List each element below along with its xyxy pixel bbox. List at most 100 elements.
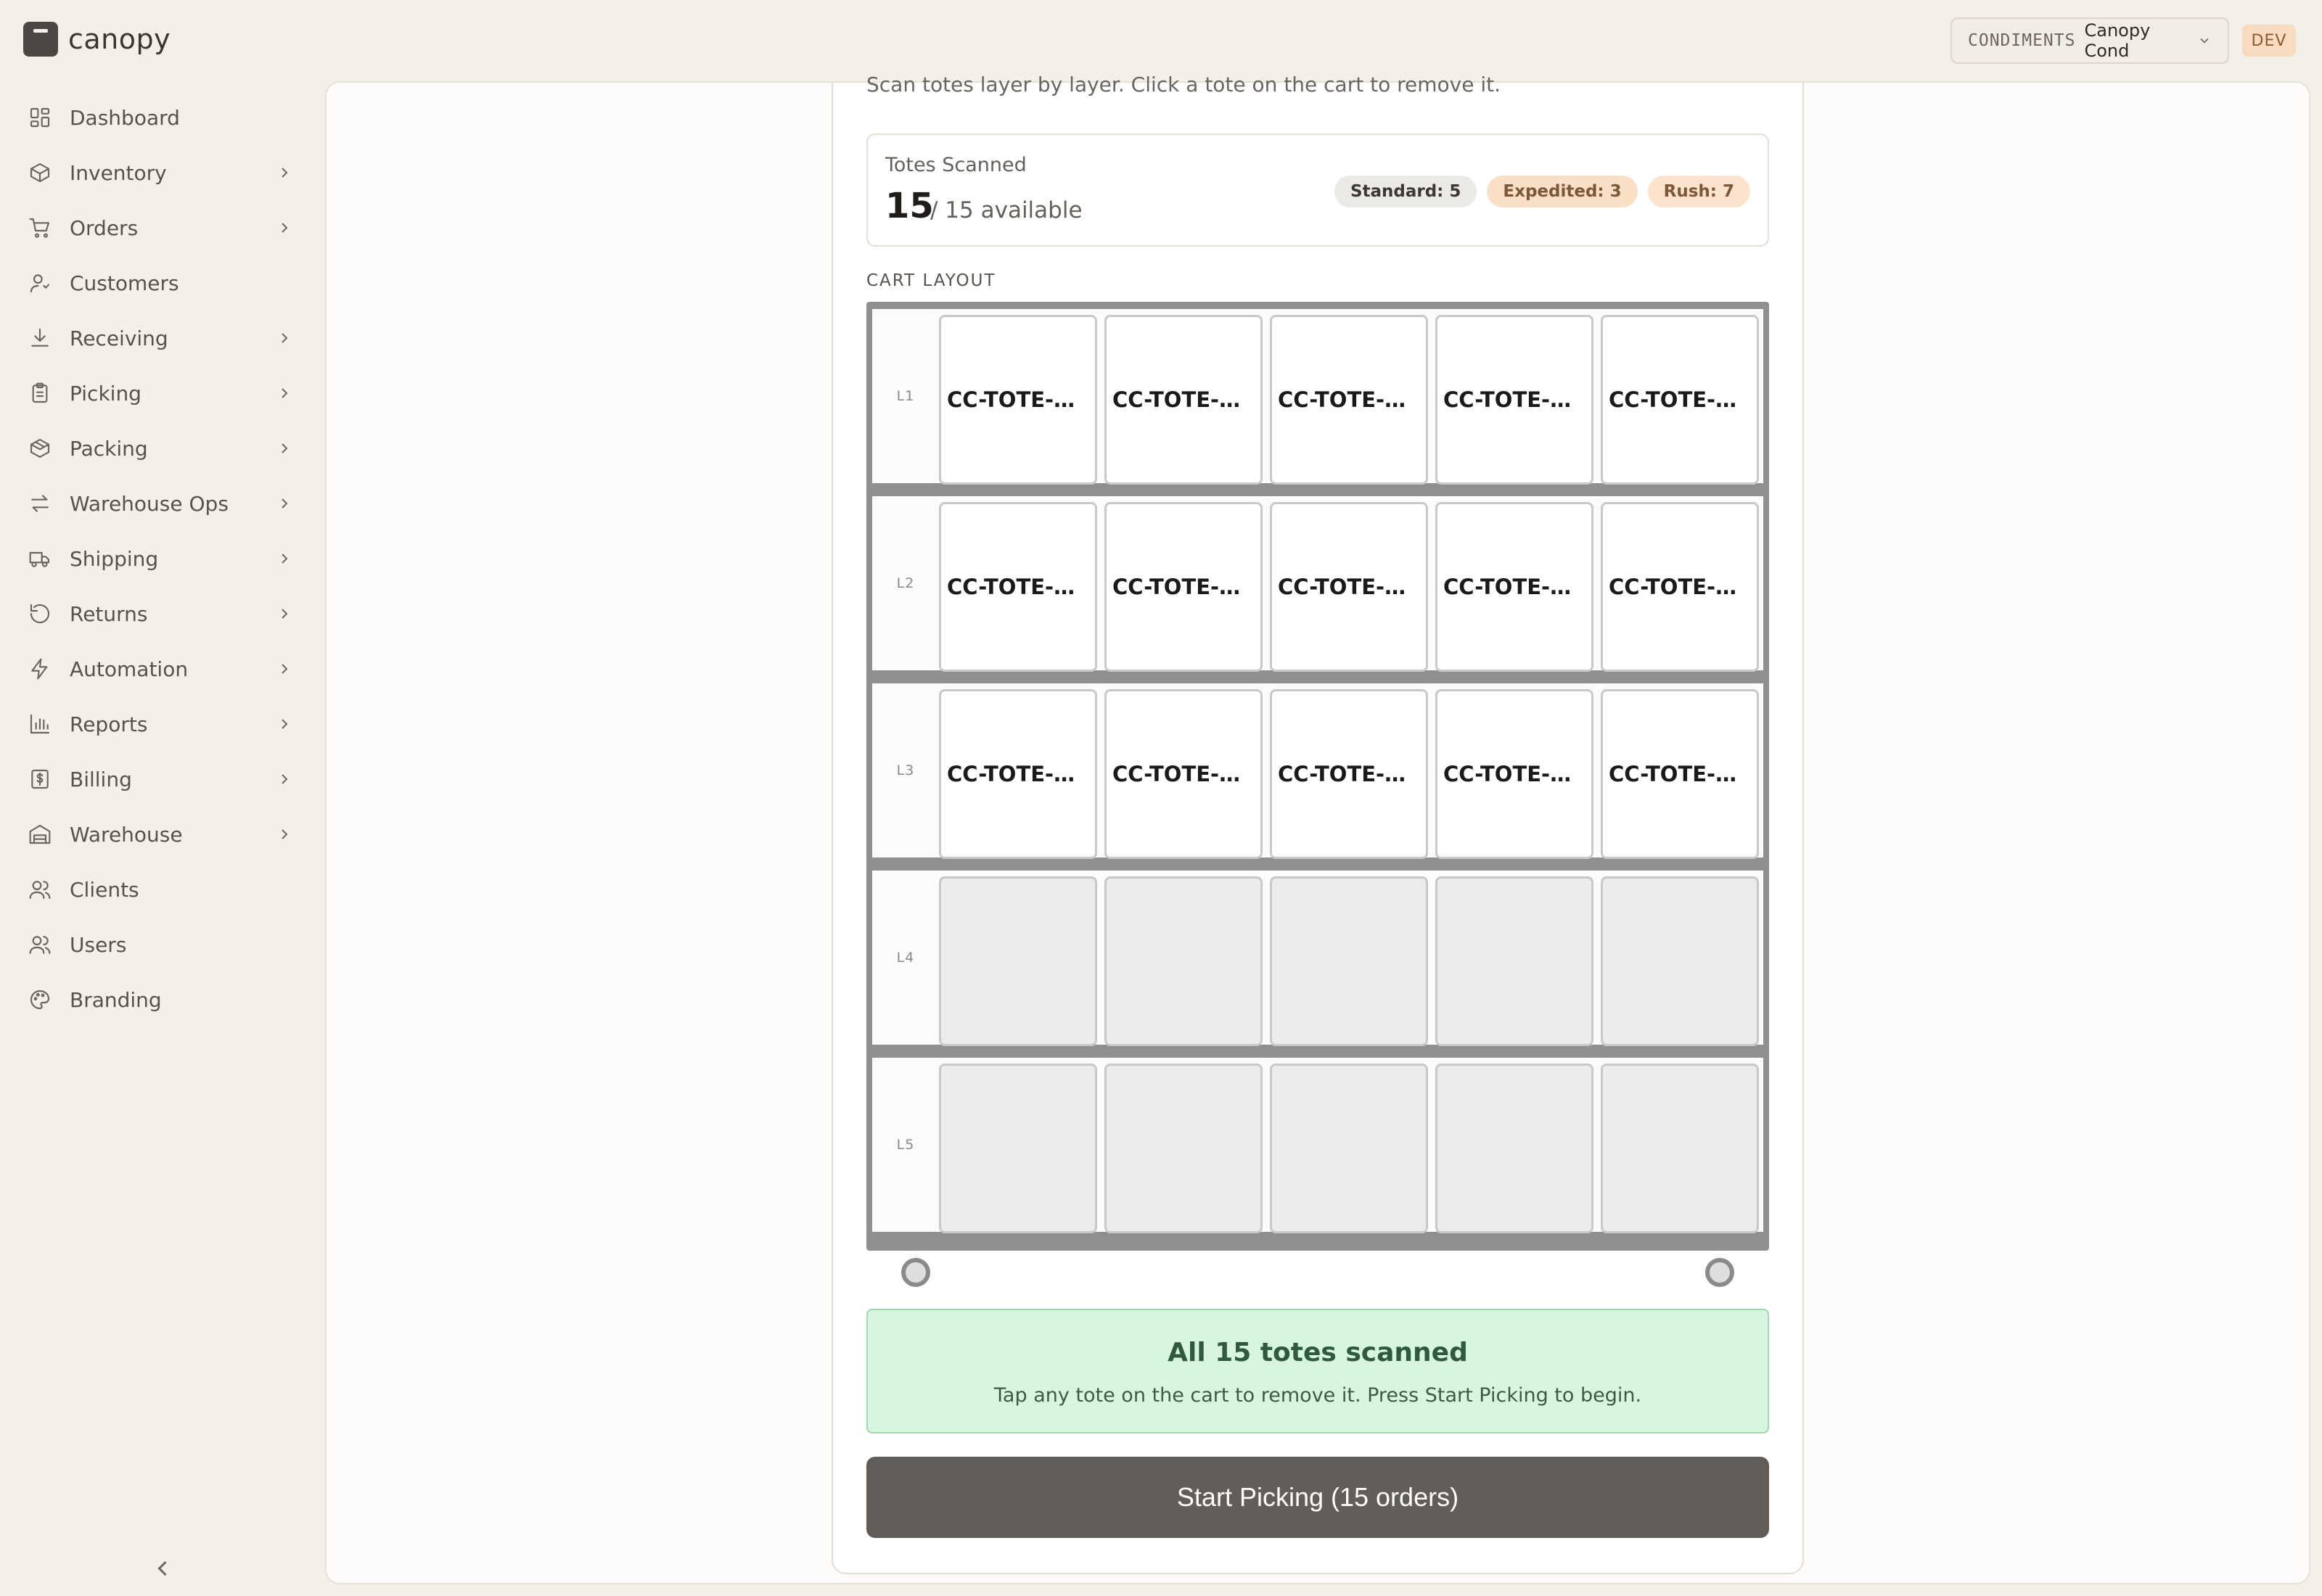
swap-icon bbox=[28, 491, 52, 516]
sidebar-item-label: Branding bbox=[70, 987, 162, 1012]
cart-wheel-right bbox=[1705, 1258, 1734, 1287]
chevron-right-icon bbox=[282, 388, 288, 398]
sidebar-item-label: Receiving bbox=[70, 326, 168, 350]
sidebar-item-orders[interactable]: Orders bbox=[0, 200, 319, 255]
sidebar-item-billing[interactable]: Billing bbox=[0, 752, 319, 807]
cart-layer: L2 CC-TOTE-101 CC-TOTE-102 CC-TOTE-103 CC-TO… bbox=[872, 496, 1763, 672]
sidebar-item-label: Dashboard bbox=[70, 105, 180, 130]
sidebar-item-label: Warehouse bbox=[70, 822, 183, 847]
sidebar-item-packing[interactable]: Packing bbox=[0, 421, 319, 476]
chevron-right-icon bbox=[282, 664, 288, 674]
empty-tote-slot bbox=[1270, 1064, 1428, 1233]
sidebar-item-automation[interactable]: Automation bbox=[0, 641, 319, 696]
tote-id: CC-TOTE-001 bbox=[1112, 387, 1255, 412]
tote-id: CC-TOTE-105 bbox=[1609, 575, 1751, 599]
sidebar-item-shipping[interactable]: Shipping bbox=[0, 531, 319, 586]
tote-slot[interactable]: CC-TOTE-110 bbox=[1601, 689, 1759, 859]
sidebar-item-warehouse-ops[interactable]: Warehouse Ops bbox=[0, 476, 319, 531]
cart-layer: L4 bbox=[872, 871, 1763, 1046]
sidebar-item-label: Orders bbox=[70, 215, 139, 240]
tote-slot[interactable]: CC-TOTE-103 bbox=[1270, 502, 1428, 672]
chevron-right-icon bbox=[282, 554, 288, 564]
totes-scanned-count: 15 bbox=[885, 186, 934, 226]
empty-tote-slot bbox=[1104, 1064, 1263, 1233]
cart-layer-label: L4 bbox=[896, 950, 915, 966]
tote-slot[interactable]: CC-TOTE-003 bbox=[939, 315, 1097, 485]
scan-complete-banner: All 15 totes scanned Tap any tote on the… bbox=[866, 1309, 1769, 1433]
tote-slot[interactable]: CC-TOTE-104 bbox=[1435, 502, 1593, 672]
sidebar-item-label: Customers bbox=[70, 271, 179, 295]
cart-layer-label: L2 bbox=[896, 575, 915, 591]
sidebar-item-picking[interactable]: Picking bbox=[0, 366, 319, 421]
sidebar-item-warehouse[interactable]: Warehouse bbox=[0, 807, 319, 862]
sidebar-item-receiving[interactable]: Receiving bbox=[0, 310, 319, 366]
cart-layer: L3 CC-TOTE-106 CC-TOTE-107 CC-TOTE-108 CC-TO… bbox=[872, 683, 1763, 859]
sidebar-item-dashboard[interactable]: Dashboard bbox=[0, 90, 319, 145]
start-picking-button[interactable]: Start Picking (15 orders) bbox=[866, 1457, 1769, 1538]
box-icon bbox=[28, 160, 52, 185]
scan-instructions: Scan totes layer by layer. Click a tote … bbox=[866, 73, 1501, 96]
tote-slot[interactable]: CC-TOTE-0... bbox=[1601, 315, 1759, 485]
chevron-right-icon bbox=[282, 443, 288, 453]
sidebar-item-label: Shipping bbox=[70, 546, 159, 571]
tote-id: CC-TOTE-002 bbox=[1278, 387, 1420, 412]
cart-layout: L1 CC-TOTE-003 CC-TOTE-001 CC-TOTE-002 CC-TO… bbox=[866, 302, 1769, 1251]
cart-layer-label: L5 bbox=[896, 1137, 915, 1153]
cart-layer: L1 CC-TOTE-003 CC-TOTE-001 CC-TOTE-002 CC-TO… bbox=[872, 309, 1763, 485]
standard-badge: Standard: 5 bbox=[1334, 176, 1477, 207]
download-icon bbox=[28, 326, 52, 350]
tote-slot[interactable]: CC-TOTE-108 bbox=[1270, 689, 1428, 859]
tote-id: CC-TOTE-005 bbox=[1443, 387, 1585, 412]
tote-slot[interactable]: CC-TOTE-001 bbox=[1104, 315, 1263, 485]
chevron-right-icon bbox=[282, 609, 288, 619]
cart-layer-label: L1 bbox=[896, 388, 915, 404]
collapse-sidebar-icon[interactable] bbox=[149, 1555, 176, 1581]
tote-slot[interactable]: CC-TOTE-005 bbox=[1435, 315, 1593, 485]
client-name: Canopy Cond bbox=[2084, 20, 2151, 61]
package-icon bbox=[28, 436, 52, 461]
sidebar: Dashboard Inventory Orders Customers Receivi… bbox=[0, 90, 319, 1027]
tote-slot[interactable]: CC-TOTE-105 bbox=[1601, 502, 1759, 672]
tote-id: CC-TOTE-0... bbox=[1609, 387, 1751, 412]
tote-slot[interactable]: CC-TOTE-107 bbox=[1104, 689, 1263, 859]
client-code: CONDIMENTS bbox=[1968, 31, 2076, 50]
sidebar-item-label: Reports bbox=[70, 712, 148, 736]
cart-layout-label: CART LAYOUT bbox=[866, 271, 996, 290]
bar-chart-icon bbox=[28, 712, 52, 736]
tote-slot[interactable]: CC-TOTE-109 bbox=[1435, 689, 1593, 859]
chevron-right-icon bbox=[282, 333, 288, 343]
scan-complete-title: All 15 totes scanned bbox=[1168, 1338, 1468, 1367]
client-selector[interactable]: CONDIMENTS Canopy Cond bbox=[1950, 17, 2229, 64]
empty-tote-slot bbox=[1435, 876, 1593, 1046]
sidebar-item-returns[interactable]: Returns bbox=[0, 586, 319, 641]
tote-id: CC-TOTE-109 bbox=[1443, 762, 1585, 786]
users-icon bbox=[28, 932, 52, 957]
sidebar-item-label: Inventory bbox=[70, 160, 167, 185]
palette-icon bbox=[28, 987, 52, 1012]
chevron-right-icon bbox=[282, 498, 288, 509]
sidebar-item-users[interactable]: Users bbox=[0, 917, 319, 972]
sidebar-item-branding[interactable]: Branding bbox=[0, 972, 319, 1027]
tote-slot[interactable]: CC-TOTE-106 bbox=[939, 689, 1097, 859]
sidebar-item-label: Picking bbox=[70, 381, 141, 406]
sidebar-item-clients[interactable]: Clients bbox=[0, 862, 319, 917]
warehouse-icon bbox=[28, 822, 52, 847]
tote-id: CC-TOTE-110 bbox=[1609, 762, 1751, 786]
chevron-right-icon bbox=[282, 774, 288, 784]
sidebar-item-label: Billing bbox=[70, 767, 132, 791]
tote-slot[interactable]: CC-TOTE-101 bbox=[939, 502, 1097, 672]
chevron-right-icon bbox=[282, 719, 288, 729]
app-logo[interactable]: canopy bbox=[23, 22, 171, 57]
cart-layer-label: L3 bbox=[896, 762, 915, 778]
clipboard-icon bbox=[28, 381, 52, 406]
logo-icon bbox=[23, 22, 58, 57]
sidebar-item-reports[interactable]: Reports bbox=[0, 696, 319, 752]
sidebar-item-inventory[interactable]: Inventory bbox=[0, 145, 319, 200]
empty-tote-slot bbox=[939, 876, 1097, 1046]
tote-slot[interactable]: CC-TOTE-102 bbox=[1104, 502, 1263, 672]
expedited-badge: Expedited: 3 bbox=[1487, 176, 1638, 207]
sidebar-item-customers[interactable]: Customers bbox=[0, 255, 319, 310]
cart-icon bbox=[28, 215, 52, 240]
chevron-right-icon bbox=[282, 829, 288, 839]
tote-slot[interactable]: CC-TOTE-002 bbox=[1270, 315, 1428, 485]
